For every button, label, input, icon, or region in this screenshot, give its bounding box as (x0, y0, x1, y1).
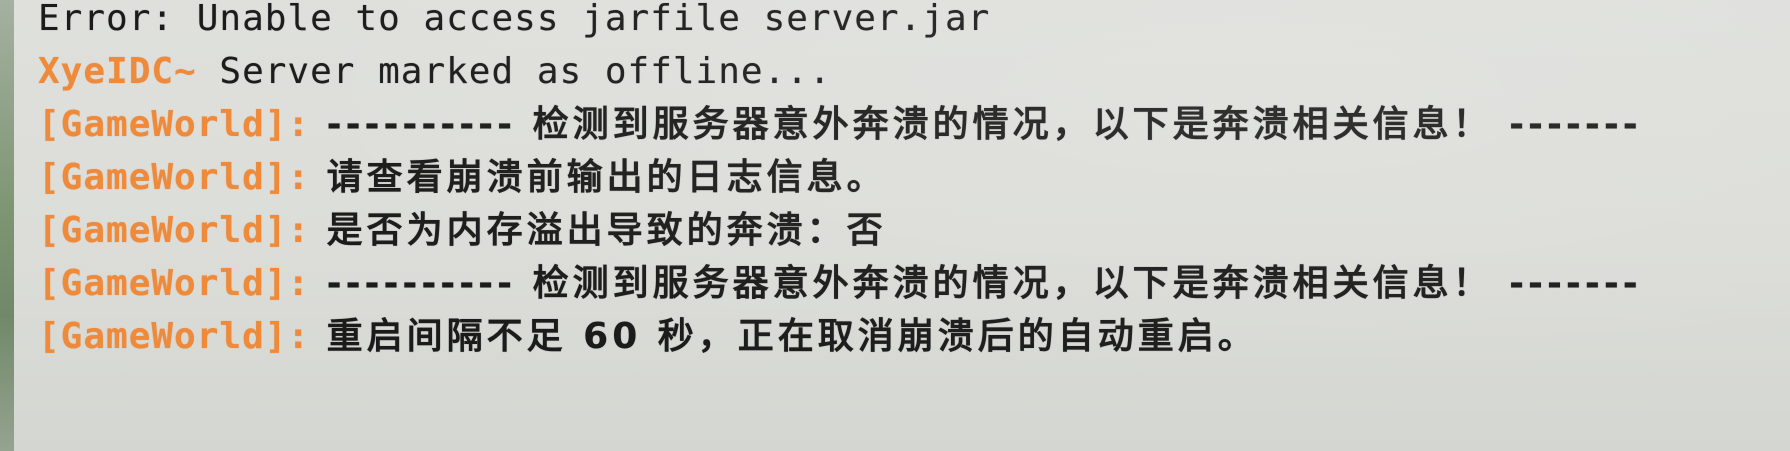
line-text: ---------- 检测到服务器意外奔溃的情况，以下是奔溃相关信息！ ----… (310, 263, 1642, 304)
console-line: [GameWorld]: 请查看崩溃前输出的日志信息。 (38, 151, 1790, 204)
line-prefix: XyeIDC~ (38, 51, 197, 92)
line-text: 是否为内存溢出导致的奔溃：否 (310, 210, 887, 251)
console-line: [GameWorld]: ---------- 检测到服务器意外奔溃的情况，以下… (38, 98, 1790, 151)
console-line: [GameWorld]: 重启间隔不足 60 秒，正在取消崩溃后的自动重启。 (38, 310, 1790, 363)
line-prefix: [GameWorld]: (38, 104, 311, 145)
line-text: 请查看崩溃前输出的日志信息。 (310, 157, 887, 198)
console-line: Error: Unable to access jarfile server.j… (38, 0, 1790, 45)
window-edge (0, 0, 14, 451)
console-output[interactable]: Error: Unable to access jarfile server.j… (38, 0, 1790, 451)
line-prefix: [GameWorld]: (38, 263, 311, 304)
console-line: [GameWorld]: ---------- 检测到服务器意外奔溃的情况，以下… (38, 257, 1790, 310)
line-prefix: [GameWorld]: (38, 210, 311, 251)
line-text: Error: Unable to access jarfile server.j… (38, 0, 991, 39)
terminal-screen: Error: Unable to access jarfile server.j… (0, 0, 1790, 451)
line-text: Server marked as offline... (196, 51, 832, 92)
line-text: 重启间隔不足 60 秒，正在取消崩溃后的自动重启。 (310, 316, 1258, 357)
console-line: XyeIDC~ Server marked as offline... (38, 45, 1790, 98)
console-line: [GameWorld]: 是否为内存溢出导致的奔溃：否 (38, 204, 1790, 257)
line-prefix: [GameWorld]: (38, 316, 311, 357)
line-text: ---------- 检测到服务器意外奔溃的情况，以下是奔溃相关信息！ ----… (310, 104, 1642, 145)
line-prefix: [GameWorld]: (38, 157, 311, 198)
